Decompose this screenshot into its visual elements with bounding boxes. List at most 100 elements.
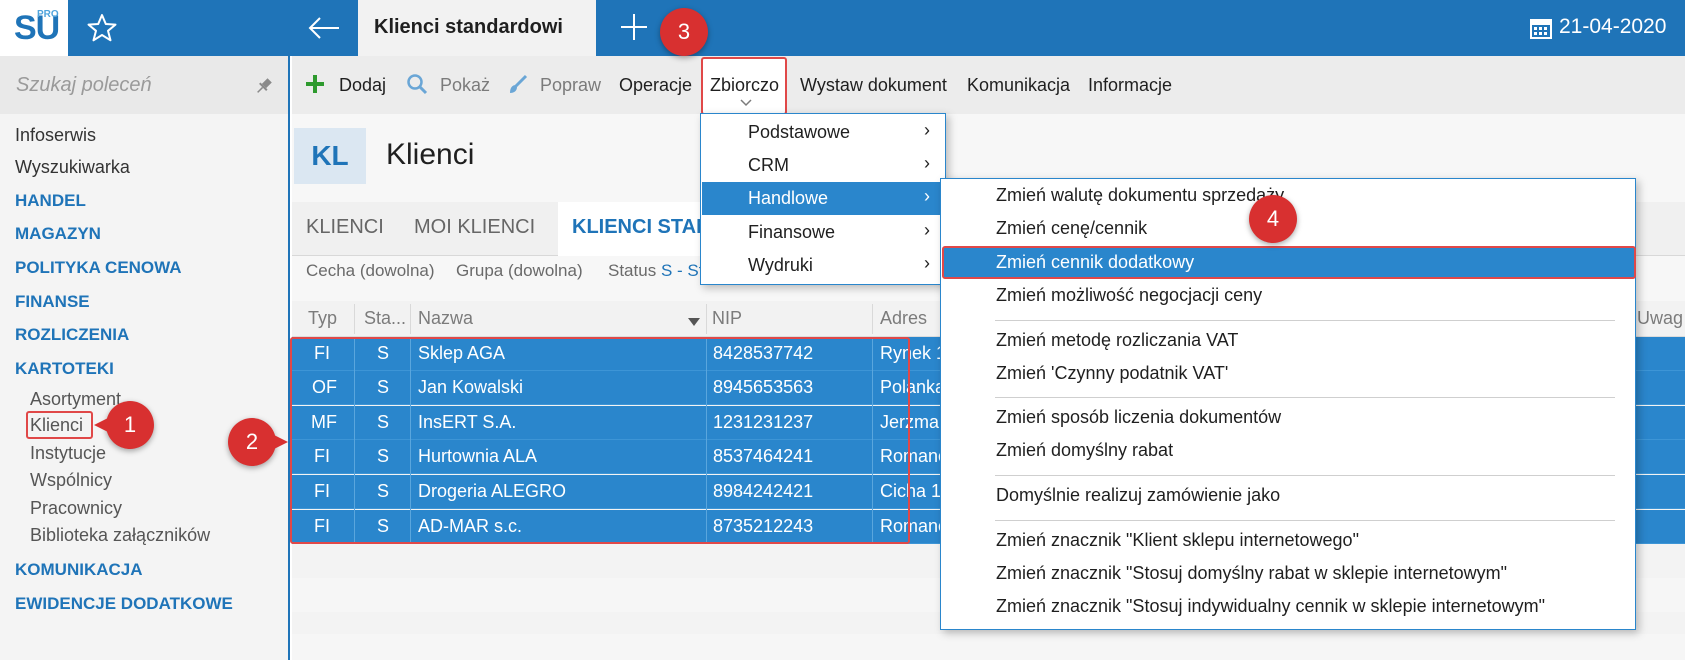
brush-icon xyxy=(510,74,528,93)
operations-button[interactable]: Operacje xyxy=(619,75,692,96)
app-logo[interactable]: SU PRO xyxy=(0,0,68,56)
sidebar-section-polityka-cenowa[interactable]: POLITYKA CENOWA xyxy=(15,258,182,278)
handlowe-submenu: Zmień walutę dokumentu sprzedaży Zmień c… xyxy=(940,178,1636,630)
selected-rows-highlight xyxy=(290,337,910,544)
menu-item-default-order-fulfillment[interactable]: Domyślnie realizuj zamówienie jako xyxy=(942,479,1636,512)
menu-separator xyxy=(995,520,1615,521)
annotation-badge-1: 1 xyxy=(106,401,154,449)
menu-item-label: Finansowe xyxy=(748,222,836,242)
sidebar-item-biblioteka-zalacznikow[interactable]: Biblioteka załączników xyxy=(30,525,210,546)
menu-item-flag-default-discount-online[interactable]: Zmień znacznik "Stosuj domyślny rabat w … xyxy=(942,557,1636,590)
badge-pointer xyxy=(274,435,288,449)
column-separator xyxy=(354,304,355,334)
back-arrow-icon[interactable] xyxy=(306,12,342,44)
annotation-badge-2: 2 xyxy=(228,418,276,466)
annotation-badge-3: 3 xyxy=(660,8,708,56)
sidebar-item-instytucje[interactable]: Instytucje xyxy=(30,443,106,464)
tab-moi-klienci[interactable]: MOI KLIENCI xyxy=(414,216,535,239)
menu-item-flag-online-store-client[interactable]: Zmień znacznik "Klient sklepu internetow… xyxy=(942,524,1636,557)
menu-item-label: Zmień domyślny rabat xyxy=(996,440,1174,460)
pin-icon[interactable] xyxy=(254,76,274,96)
column-header-uwagi[interactable]: Uwag xyxy=(1637,308,1683,329)
column-header-typ[interactable]: Typ xyxy=(308,308,337,329)
menu-item-label: Zmień 'Czynny podatnik VAT' xyxy=(996,363,1229,383)
filter-group[interactable]: Grupa (dowolna) xyxy=(456,261,583,281)
menu-separator xyxy=(995,397,1615,398)
filter-feature[interactable]: Cecha (dowolna) xyxy=(306,261,435,281)
column-header-adres[interactable]: Adres xyxy=(880,308,927,329)
issue-document-button[interactable]: Wystaw dokument xyxy=(800,75,947,96)
menu-item-label: Wydruki xyxy=(748,255,813,275)
badge-pointer xyxy=(94,418,108,432)
menu-item-label: CRM xyxy=(748,155,789,175)
tab-klienci[interactable]: KLIENCI xyxy=(306,216,384,239)
show-button[interactable]: Pokaż xyxy=(440,75,490,96)
sidebar-item-wspolnicy[interactable]: Wspólnicy xyxy=(30,470,112,491)
menu-item-crm[interactable]: CRM › xyxy=(702,149,946,182)
search-icon xyxy=(407,74,428,95)
sidebar-section-finanse[interactable]: FINANSE xyxy=(15,292,90,312)
sidebar-section-handel[interactable]: HANDEL xyxy=(15,191,86,211)
calendar-icon xyxy=(1530,19,1552,39)
menu-item-change-default-discount[interactable]: Zmień domyślny rabat xyxy=(942,434,1636,467)
current-date: 21-04-2020 xyxy=(1559,15,1667,38)
chevron-right-icon: › xyxy=(924,186,930,206)
tab-klienci-standardowi[interactable]: Klienci standardowi xyxy=(358,0,596,56)
bulk-button[interactable]: Zbiorczo xyxy=(710,75,779,96)
menu-item-label: Podstawowe xyxy=(748,122,851,142)
sidebar-item-pracownicy[interactable]: Pracownicy xyxy=(30,498,122,519)
star-icon[interactable] xyxy=(86,12,118,44)
information-button[interactable]: Informacje xyxy=(1088,75,1172,96)
menu-item-label: Handlowe xyxy=(748,188,829,208)
bulk-dropdown-menu: Podstawowe › CRM › Handlowe › Finansowe … xyxy=(700,113,946,285)
column-header-nazwa[interactable]: Nazwa xyxy=(418,308,473,329)
filter-status-value: S - St xyxy=(660,261,704,280)
menu-item-label: Domyślnie realizuj zamówienie jako xyxy=(996,485,1281,505)
edit-button[interactable]: Popraw xyxy=(540,75,601,96)
column-header-status[interactable]: Sta... xyxy=(364,308,406,329)
menu-item-wydruki[interactable]: Wydruki › xyxy=(702,249,946,282)
sidebar-section-ewidencje-dodatkowe[interactable]: EWIDENCJE DODATKOWE xyxy=(15,594,233,614)
tab-klienci-standardowi-view[interactable]: KLIENCI STAN xyxy=(572,216,711,239)
chevron-right-icon: › xyxy=(924,220,930,240)
sidebar-item-wyszukiwarka[interactable]: Wyszukiwarka xyxy=(15,157,130,178)
top-bar: SU PRO Klienci standardowi 21-04-2020 xyxy=(0,0,1685,56)
command-search xyxy=(0,56,288,114)
add-icon xyxy=(306,75,324,93)
menu-item-handlowe[interactable]: Handlowe › xyxy=(702,182,946,215)
menu-item-flag-individual-price-list-online[interactable]: Zmień znacznik "Stosuj indywidualny cenn… xyxy=(942,590,1636,623)
logo-pro-label: PRO xyxy=(37,9,59,20)
menu-item-label: Zmień metodę rozliczania VAT xyxy=(996,330,1239,350)
filter-status[interactable]: Status S - St xyxy=(608,261,703,281)
menu-item-finansowe[interactable]: Finansowe › xyxy=(702,216,946,249)
sidebar-section-rozliczenia[interactable]: ROZLICZENIA xyxy=(15,325,129,345)
menu-item-label: Zmień znacznik "Klient sklepu internetow… xyxy=(996,530,1359,550)
chevron-right-icon: › xyxy=(924,253,930,273)
menu-item-change-document-calculation[interactable]: Zmień sposób liczenia dokumentów xyxy=(942,401,1636,434)
sidebar-item-infoserwis[interactable]: Infoserwis xyxy=(15,125,96,146)
menu-item-change-additional-price-list[interactable]: Zmień cennik dodatkowy xyxy=(942,246,1636,279)
menu-item-label: Zmień możliwość negocjacji ceny xyxy=(996,285,1263,305)
menu-item-change-price-negotiation[interactable]: Zmień możliwość negocjacji ceny xyxy=(942,279,1636,312)
menu-item-change-vat-method[interactable]: Zmień metodę rozliczania VAT xyxy=(942,324,1636,357)
sidebar-section-magazyn[interactable]: MAGAZYN xyxy=(15,224,101,244)
annotation-badge-4: 4 xyxy=(1249,195,1297,243)
sort-down-icon[interactable] xyxy=(688,318,700,326)
sidebar-section-komunikacja[interactable]: KOMUNIKACJA xyxy=(15,560,143,580)
menu-item-podstawowe[interactable]: Podstawowe › xyxy=(702,116,946,149)
menu-item-label: Zmień cenę/cennik xyxy=(996,218,1148,238)
communication-button[interactable]: Komunikacja xyxy=(967,75,1070,96)
menu-item-change-active-vat-payer[interactable]: Zmień 'Czynny podatnik VAT' xyxy=(942,357,1636,390)
menu-separator xyxy=(995,320,1615,321)
column-header-nip[interactable]: NIP xyxy=(712,308,742,329)
add-button[interactable]: Dodaj xyxy=(339,75,386,96)
sidebar-item-asortyment[interactable]: Asortyment xyxy=(30,389,121,410)
tab-label: Klienci standardowi xyxy=(374,16,563,38)
sidebar-section-kartoteki[interactable]: KARTOTEKI xyxy=(15,359,114,379)
command-search-input[interactable] xyxy=(16,70,236,100)
column-separator xyxy=(410,304,411,334)
new-tab-plus-icon[interactable] xyxy=(618,11,650,43)
sidebar-item-klienci[interactable]: Klienci xyxy=(30,415,83,436)
menu-item-label: Zmień cennik dodatkowy xyxy=(996,252,1195,272)
menu-item-label: Zmień walutę dokumentu sprzedaży xyxy=(996,185,1285,205)
